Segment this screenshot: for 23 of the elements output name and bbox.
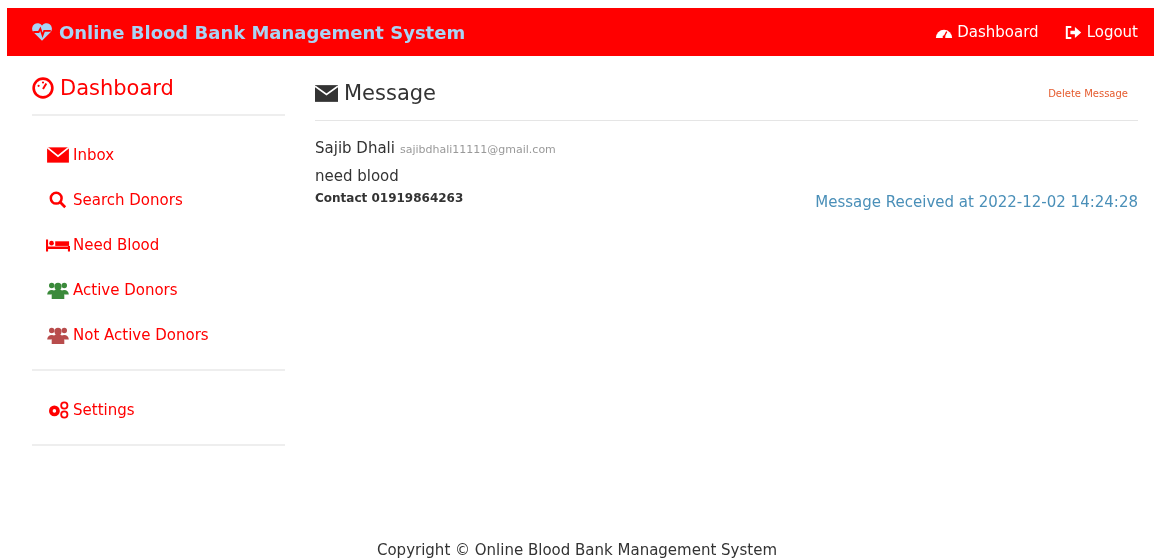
logout-link[interactable]: Logout xyxy=(1064,23,1138,41)
brand-link[interactable]: Online Blood Bank Management System xyxy=(31,21,466,43)
envelope-icon xyxy=(315,84,338,102)
sidebar-item[interactable]: Need Blood xyxy=(46,232,285,257)
sidebar-item[interactable]: Not Active Donors xyxy=(46,322,285,347)
sidebar-item[interactable]: Active Donors xyxy=(46,277,285,302)
dashboard-link[interactable]: Dashboard xyxy=(935,23,1039,41)
delete-message-link[interactable]: Delete Message xyxy=(1048,87,1128,99)
received-time: Message Received at 2022-12-02 14:24:28 xyxy=(815,193,1138,211)
dashboard-icon xyxy=(32,77,54,99)
message-body: need blood xyxy=(315,167,400,185)
envelope-icon xyxy=(46,145,70,164)
heartbeat-icon xyxy=(31,22,53,42)
page-title: Message xyxy=(344,81,437,105)
logout-icon xyxy=(1064,24,1083,40)
sidebar-item[interactable]: Search Donors xyxy=(46,187,285,212)
sender-name: Sajib Dhali xyxy=(315,139,395,157)
sidebar-title: Dashboard xyxy=(60,76,174,100)
sidebar-item[interactable]: Inbox xyxy=(46,142,285,167)
copyright-text: Copyright © Online Blood Bank Management System xyxy=(376,541,777,559)
sender-email: sajibdhali11111@gmail.com xyxy=(399,143,556,156)
contact-number: Contact 01919864263 xyxy=(315,191,464,205)
sidebar-item[interactable]: Settings xyxy=(46,397,285,422)
